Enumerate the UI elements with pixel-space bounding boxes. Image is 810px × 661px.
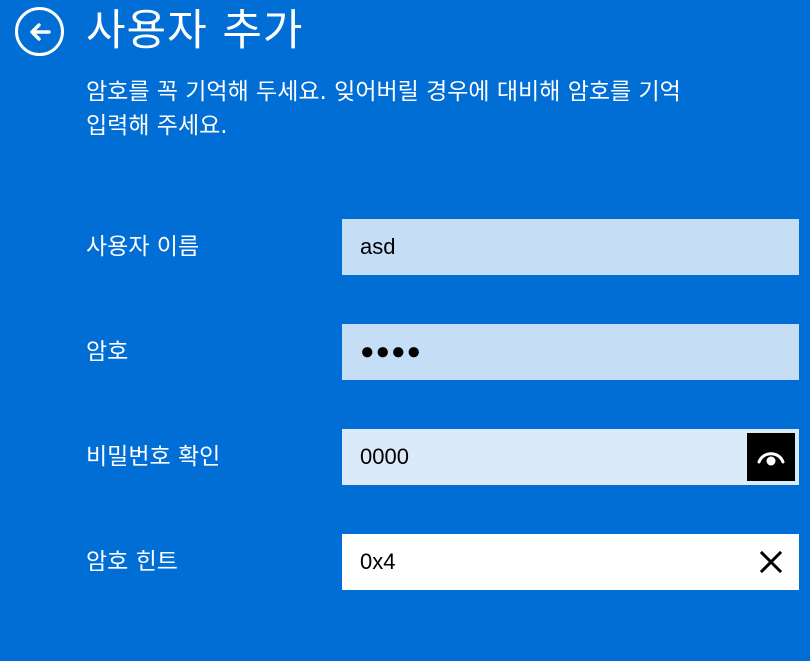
clear-hint-button[interactable] bbox=[753, 544, 789, 580]
description-line-1: 암호를 꼭 기억해 두세요. 잊어버릴 경우에 대비해 암호를 기억 bbox=[86, 79, 681, 105]
password-hint-row: 암호 힌트 0x4 bbox=[0, 534, 810, 590]
confirm-password-label: 비밀번호 확인 bbox=[86, 444, 221, 470]
password-field[interactable]: ●●●● bbox=[342, 324, 799, 380]
description-text: 암호를 꼭 기억해 두세요. 잊어버릴 경우에 대비해 암호를 기억 입력해 주… bbox=[86, 75, 806, 143]
password-hint-field[interactable]: 0x4 bbox=[342, 534, 799, 590]
username-row: 사용자 이름 asd bbox=[0, 219, 810, 275]
password-value: ●●●● bbox=[360, 338, 422, 365]
confirm-password-field[interactable]: 0000 bbox=[342, 429, 799, 485]
confirm-password-value: 0000 bbox=[360, 444, 409, 469]
back-arrow-icon bbox=[29, 22, 51, 41]
close-icon bbox=[760, 551, 782, 573]
back-button[interactable] bbox=[15, 7, 64, 56]
eye-icon bbox=[757, 452, 785, 466]
password-row: 암호 ●●●● bbox=[0, 324, 810, 380]
username-field[interactable]: asd bbox=[342, 219, 799, 275]
reveal-password-button[interactable] bbox=[747, 433, 795, 481]
confirm-password-row: 비밀번호 확인 0000 bbox=[0, 429, 810, 485]
username-value: asd bbox=[360, 234, 396, 259]
description-line-2: 입력해 주세요. bbox=[86, 113, 228, 139]
page-title: 사용자 추가 bbox=[86, 6, 304, 56]
username-label: 사용자 이름 bbox=[86, 234, 200, 260]
password-hint-value: 0x4 bbox=[360, 549, 396, 574]
password-label: 암호 bbox=[86, 339, 129, 365]
password-hint-label: 암호 힌트 bbox=[86, 549, 178, 575]
